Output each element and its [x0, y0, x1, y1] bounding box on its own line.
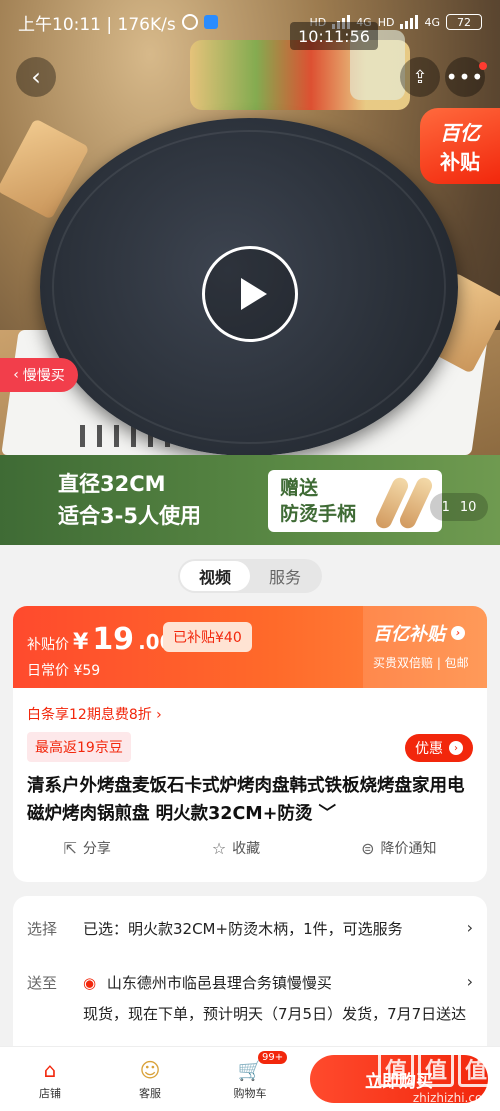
- product-actions: ⇱ 分享 ☆ 收藏 ⊜ 降价通知: [13, 838, 487, 858]
- subsidy-badge-line2: 补贴: [440, 150, 480, 174]
- hb-title: 百亿补贴: [373, 624, 445, 645]
- favorite-action-label: 收藏: [232, 841, 261, 857]
- price-header: 补贴价 ¥ 19 .00 已补贴¥40 日常价 ¥59 百亿补贴 › 买贵双倍赔…: [13, 606, 487, 688]
- cart-button[interactable]: 🛒 99+ 购物车: [200, 1051, 300, 1101]
- price-card: 补贴价 ¥ 19 .00 已补贴¥40 日常价 ¥59 百亿补贴 › 买贵双倍赔…: [13, 606, 487, 882]
- net-label: HD: [377, 15, 395, 29]
- play-video-button[interactable]: [202, 246, 298, 342]
- share-button[interactable]: ⇪: [400, 57, 440, 97]
- banner-diameter: 直径32CM: [58, 472, 166, 496]
- currency-symbol: ¥: [73, 630, 89, 655]
- price-bell-icon: ⊜: [361, 838, 375, 858]
- subsidy-badge: 百亿 补贴: [420, 108, 500, 184]
- ship-address: 山东德州市临邑县理合务镇慢慢买: [106, 974, 332, 992]
- delivery-row[interactable]: 送至 ◉ 山东德州市临邑县理合务镇慢慢买: [27, 972, 453, 993]
- media-tabs: 视频 服务: [178, 559, 322, 593]
- subsidy-amount-pill: 已补贴¥40: [163, 622, 252, 652]
- share-icon: ⇪: [412, 66, 428, 88]
- notification-dot: [479, 62, 487, 70]
- subsidy-badge-line1: 百亿: [440, 121, 480, 145]
- share-icon: ⇱: [63, 838, 77, 858]
- play-icon: [241, 278, 267, 310]
- chevron-right-icon: ›: [451, 626, 465, 640]
- select-label: 选择: [27, 920, 58, 938]
- alarm-icon: [181, 14, 198, 30]
- status-time: 上午10:11 | 176K/s: [18, 14, 176, 35]
- status-bar: 上午10:11 | 176K/s HD 4G HD 4G 72: [0, 0, 500, 44]
- cart-label: 购物车: [233, 1087, 267, 1100]
- customer-service-icon: ☺: [139, 1058, 161, 1082]
- chevron-right-icon[interactable]: ›: [467, 972, 473, 991]
- slow-buy-button[interactable]: ‹ 慢慢买: [0, 358, 78, 392]
- tab-service[interactable]: 服务: [250, 561, 320, 591]
- ship-label: 送至: [27, 974, 58, 992]
- stock-status: 现货，现在下单，预计明天（7月5日）发货，7月7日送达: [83, 1005, 467, 1023]
- spec-select-row[interactable]: 选择 已选：明火款32CM+防烫木柄，1件，可选服务: [27, 918, 453, 939]
- media-counter: 1 10: [430, 493, 488, 521]
- share-action[interactable]: ⇱ 分享: [63, 838, 110, 858]
- price-alert-label: 降价通知: [380, 841, 437, 857]
- price-label: 补贴价: [27, 637, 69, 653]
- price-integer: 19: [92, 622, 135, 657]
- jingdou-rebate: 最高返19京豆: [27, 732, 131, 762]
- chevron-left-icon: ‹: [31, 63, 41, 91]
- favorite-action[interactable]: ☆ 收藏: [212, 838, 260, 858]
- battery-icon: 72: [446, 14, 482, 30]
- gift-line1: 赠送: [280, 477, 319, 499]
- price-alert-action[interactable]: ⊜ 降价通知: [361, 838, 436, 858]
- customer-service-button[interactable]: ☺ 客服: [100, 1057, 200, 1101]
- location-icon: ◉: [83, 974, 97, 992]
- back-button[interactable]: ‹: [16, 57, 56, 97]
- more-icon: •••: [445, 65, 485, 89]
- app-notification-icon: [203, 15, 218, 29]
- wood-handles-icon: [373, 475, 436, 531]
- share-action-label: 分享: [82, 841, 111, 857]
- hero-banner: 直径32CM 适合3-5人使用 赠送 防烫手柄: [0, 455, 500, 545]
- buy-now-button[interactable]: 立即购买: [310, 1055, 488, 1103]
- coupon-button[interactable]: 优惠 ›: [405, 734, 473, 762]
- coupon-label: 优惠: [415, 741, 443, 757]
- counter-total: 10: [459, 499, 477, 515]
- product-title[interactable]: 清系户外烤盘麦饭石卡式炉烤肉盘韩式铁板烧烤盘家用电磁炉烤肉锅煎盘 明火款32CM…: [27, 772, 477, 828]
- hundred-billion-subsidy[interactable]: 百亿补贴 › 买贵双倍赔 | 包邮: [363, 606, 487, 688]
- gift-box: 赠送 防烫手柄: [268, 470, 442, 532]
- signal-icon: [400, 15, 419, 29]
- star-icon: ☆: [211, 838, 227, 858]
- banner-capacity: 适合3-5人使用: [58, 504, 201, 528]
- customer-service-label: 客服: [139, 1087, 161, 1100]
- tab-video[interactable]: 视频: [180, 561, 250, 591]
- gift-line2: 防烫手柄: [280, 503, 357, 525]
- chevron-right-icon[interactable]: ›: [467, 918, 473, 937]
- slow-buy-label: 慢慢买: [22, 368, 65, 384]
- net-label: 4G: [424, 15, 440, 29]
- hb-subtitle: 买贵双倍赔 | 包邮: [373, 656, 469, 670]
- store-icon: ⌂: [43, 1058, 57, 1082]
- store-label: 店铺: [39, 1087, 61, 1100]
- daily-price: 日常价 ¥59: [27, 663, 101, 679]
- counter-current: 1: [441, 499, 450, 515]
- cart-count-badge: 99+: [258, 1051, 288, 1064]
- video-time-overlay: 10:11:56: [290, 22, 378, 50]
- store-button[interactable]: ⌂ 店铺: [0, 1057, 100, 1101]
- select-value: 已选：明火款32CM+防烫木柄，1件，可选服务: [83, 920, 403, 938]
- chevron-right-icon: ›: [449, 741, 463, 755]
- baitiao-installment-link[interactable]: 白条享12期息费8折 ›: [27, 704, 162, 724]
- bottom-action-bar: ⌂ 店铺 ☺ 客服 🛒 99+ 购物车 立即购买: [0, 1046, 500, 1111]
- chevron-left-icon: ‹: [13, 367, 19, 383]
